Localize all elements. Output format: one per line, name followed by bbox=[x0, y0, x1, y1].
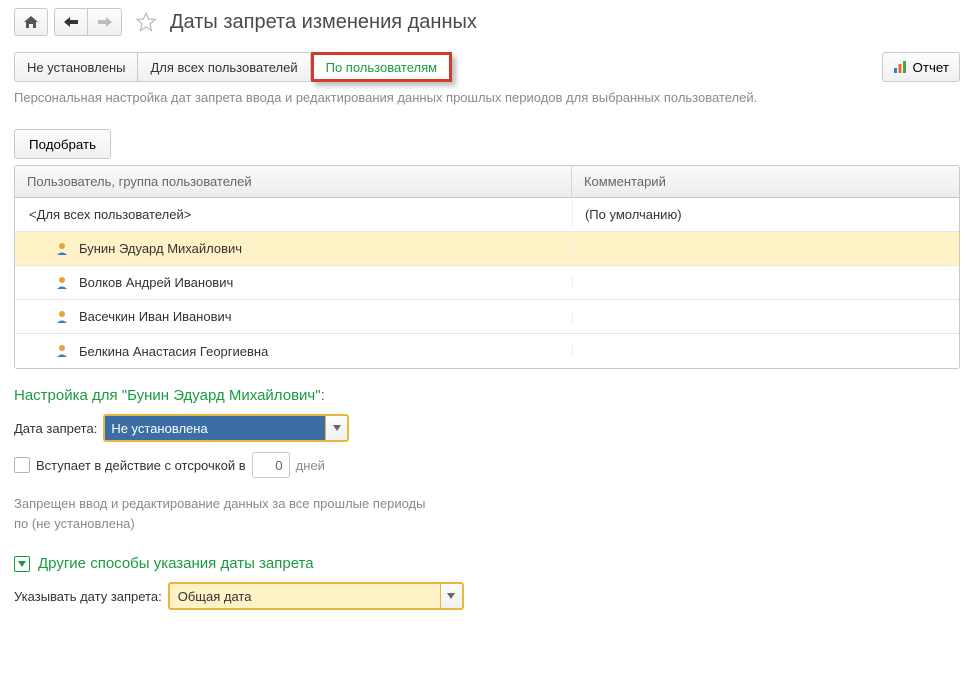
home-button[interactable] bbox=[14, 8, 48, 36]
forward-button[interactable] bbox=[88, 8, 122, 36]
date-combo[interactable]: Не установлена bbox=[103, 414, 349, 442]
comment-cell bbox=[572, 311, 959, 323]
expand-toggle[interactable] bbox=[14, 556, 30, 572]
delay-checkbox[interactable] bbox=[14, 457, 30, 473]
back-button[interactable] bbox=[54, 8, 88, 36]
date-label: Дата запрета: bbox=[14, 421, 97, 436]
table-row[interactable]: Бунин Эдуард Михайлович bbox=[15, 232, 959, 266]
chevron-down-icon bbox=[333, 425, 341, 431]
chart-icon bbox=[893, 60, 907, 74]
table-row[interactable]: Васечкин Иван Иванович bbox=[15, 300, 959, 334]
comment-cell: (По умолчанию) bbox=[572, 201, 959, 228]
star-icon bbox=[136, 12, 156, 32]
arrow-right-icon bbox=[97, 16, 113, 28]
home-icon bbox=[23, 15, 39, 29]
favorite-button[interactable] bbox=[134, 10, 158, 34]
user-cell: <Для всех пользователей> bbox=[29, 207, 191, 222]
tab-by-users[interactable]: По пользователям bbox=[311, 52, 452, 82]
comment-cell bbox=[572, 277, 959, 289]
users-table: Пользователь, группа пользователей Комме… bbox=[14, 165, 960, 369]
delay-unit: дней bbox=[296, 458, 325, 473]
mode-value: Общая дата bbox=[170, 584, 440, 608]
user-icon bbox=[55, 276, 69, 290]
column-comment[interactable]: Комментарий bbox=[572, 166, 959, 198]
mode-label: Указывать дату запрета: bbox=[14, 589, 162, 604]
settings-header: Настройка для "Бунин Эдуард Михайлович": bbox=[14, 387, 960, 404]
info-line-2: по (не установлена) bbox=[14, 514, 960, 534]
page-title: Даты запрета изменения данных bbox=[170, 11, 477, 34]
report-label: Отчет bbox=[913, 60, 950, 75]
user-icon bbox=[55, 310, 69, 324]
description-text: Персональная настройка дат запрета ввода… bbox=[14, 90, 960, 105]
comment-cell bbox=[572, 243, 959, 255]
user-cell: Васечкин Иван Иванович bbox=[79, 309, 232, 324]
user-cell: Белкина Анастасия Георгиевна bbox=[79, 344, 268, 359]
mode-dropdown-button[interactable] bbox=[440, 584, 462, 608]
comment-cell bbox=[572, 345, 959, 357]
report-button[interactable]: Отчет bbox=[882, 52, 961, 82]
table-row[interactable]: <Для всех пользователей> (По умолчанию) bbox=[15, 198, 959, 232]
table-row[interactable]: Волков Андрей Иванович bbox=[15, 266, 959, 300]
arrow-left-icon bbox=[63, 16, 79, 28]
info-line-1: Запрещен ввод и редактирование данных за… bbox=[14, 494, 960, 514]
user-cell: Волков Андрей Иванович bbox=[79, 275, 233, 290]
delay-label: Вступает в действие с отсрочкой в bbox=[36, 458, 246, 473]
pick-button[interactable]: Подобрать bbox=[14, 129, 111, 159]
user-icon bbox=[55, 344, 69, 358]
user-icon bbox=[55, 242, 69, 256]
chevron-down-icon bbox=[447, 593, 455, 599]
chevron-down-icon bbox=[18, 561, 26, 567]
mode-combo[interactable]: Общая дата bbox=[168, 582, 464, 610]
tab-not-set[interactable]: Не установлены bbox=[14, 52, 138, 82]
column-user[interactable]: Пользователь, группа пользователей bbox=[15, 166, 572, 198]
date-value: Не установлена bbox=[105, 416, 325, 440]
date-dropdown-button[interactable] bbox=[325, 416, 347, 440]
other-methods-header: Другие способы указания даты запрета bbox=[38, 555, 314, 572]
user-cell: Бунин Эдуард Михайлович bbox=[79, 241, 242, 256]
tab-all-users[interactable]: Для всех пользователей bbox=[138, 52, 310, 82]
table-row[interactable]: Белкина Анастасия Георгиевна bbox=[15, 334, 959, 368]
delay-input[interactable] bbox=[252, 452, 290, 478]
